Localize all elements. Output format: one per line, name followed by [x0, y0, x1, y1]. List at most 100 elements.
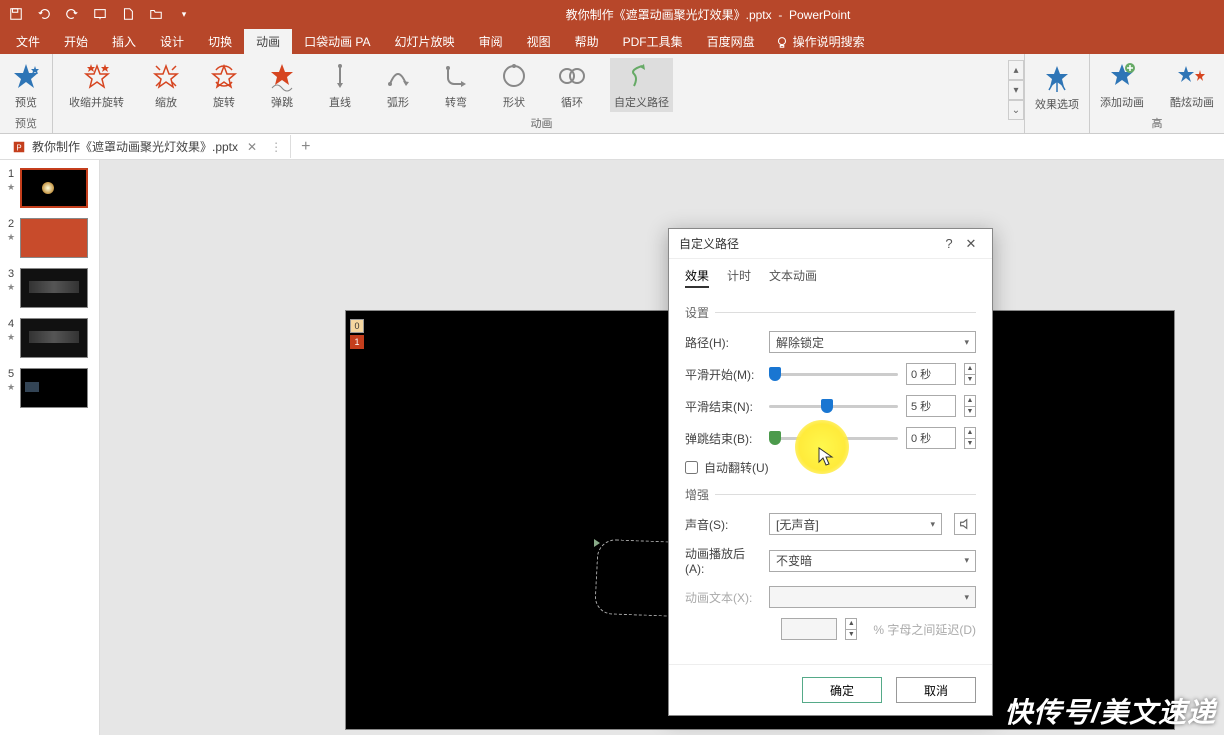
anim-custom-path[interactable]: 自定义路径: [610, 58, 673, 112]
tab-transitions[interactable]: 切换: [196, 29, 244, 54]
anim-shape[interactable]: 形状: [494, 58, 534, 112]
sound-select[interactable]: [无声音]▾: [769, 513, 942, 535]
smooth-end-value[interactable]: 5 秒: [906, 395, 956, 417]
thumbnail-row[interactable]: 2★: [6, 218, 93, 258]
ribbon-group-label-anim: 动画: [65, 113, 1018, 133]
ribbon-group-effect-options: 效果选项: [1025, 54, 1090, 133]
anim-arc[interactable]: 弧形: [378, 58, 418, 112]
document-tab[interactable]: P 教你制作《遮罩动画聚光灯效果》.pptx ✕ ⋮: [4, 135, 291, 158]
document-tab-label: 教你制作《遮罩动画聚光灯效果》.pptx: [32, 138, 238, 155]
spin-up-icon[interactable]: ▲: [965, 396, 975, 407]
anim-spin[interactable]: 旋转: [204, 58, 244, 112]
ribbon-group-animations: 收缩并旋转 缩放 旋转 弹跳 直线 弧形 转弯 形状 循环 自定义路径 动画 ▴…: [53, 54, 1025, 133]
anim-turn[interactable]: 转弯: [436, 58, 476, 112]
path-label: 路径(H):: [685, 334, 761, 351]
close-icon[interactable]: ✕: [960, 236, 982, 252]
spinner-buttons[interactable]: ▲▼: [964, 363, 976, 385]
help-icon[interactable]: ?: [938, 236, 960, 251]
tab-animations[interactable]: 动画: [244, 29, 292, 54]
anim-zoom[interactable]: 缩放: [146, 58, 186, 112]
dialog-tab-timing[interactable]: 计时: [727, 267, 751, 288]
ok-button[interactable]: 确定: [802, 677, 882, 703]
tab-review[interactable]: 审阅: [467, 29, 515, 54]
anim-star-icon: ★: [7, 332, 15, 343]
anim-loop[interactable]: 循环: [552, 58, 592, 112]
close-tab-icon[interactable]: ✕: [244, 140, 260, 154]
tab-file[interactable]: 文件: [4, 29, 52, 54]
add-animation-button[interactable]: 添加动画: [1096, 58, 1148, 112]
slide-thumbnail-4[interactable]: [20, 318, 88, 358]
preview-button[interactable]: 预览: [6, 58, 46, 112]
redo-icon[interactable]: [60, 3, 84, 25]
new-tab-button[interactable]: +: [291, 138, 320, 156]
anim-order-tag-0[interactable]: 0: [350, 319, 364, 333]
chevron-down-icon: ▾: [964, 555, 969, 566]
cancel-button[interactable]: 取消: [896, 677, 976, 703]
slide-thumbnail-2[interactable]: [20, 218, 88, 258]
tab-menu-icon[interactable]: ⋮: [266, 140, 282, 154]
dialog-tab-text-anim[interactable]: 文本动画: [769, 267, 817, 288]
spin-up-icon[interactable]: ▲: [965, 428, 975, 439]
smooth-end-slider[interactable]: [769, 396, 898, 416]
svg-text:P: P: [16, 143, 21, 152]
smooth-start-value[interactable]: 0 秒: [906, 363, 956, 385]
tab-help[interactable]: 帮助: [563, 29, 611, 54]
bounce-end-value[interactable]: 0 秒: [906, 427, 956, 449]
tab-slideshow[interactable]: 幻灯片放映: [383, 29, 467, 54]
spin-down-icon[interactable]: ▼: [965, 407, 975, 417]
dialog-tab-effect[interactable]: 效果: [685, 267, 709, 288]
spin-down-icon[interactable]: ▼: [965, 439, 975, 449]
tab-pocket-anim[interactable]: 口袋动画 PA: [292, 29, 382, 54]
tab-view[interactable]: 视图: [515, 29, 563, 54]
thumbnail-row[interactable]: 1★: [6, 168, 93, 208]
anim-bounce[interactable]: 弹跳: [262, 58, 302, 112]
smooth-start-slider[interactable]: [769, 364, 898, 384]
slideshow-start-icon[interactable]: [88, 3, 112, 25]
anim-star-icon: ★: [7, 182, 15, 193]
slide-thumbnail-5[interactable]: [20, 368, 88, 408]
qat-customize-icon[interactable]: ▾: [172, 3, 196, 25]
thumbnail-row[interactable]: 5★: [6, 368, 93, 408]
slide-canvas[interactable]: 0 1: [100, 160, 1224, 735]
thumbnail-row[interactable]: 3★: [6, 268, 93, 308]
anim-text-label: 动画文本(X):: [685, 589, 761, 606]
slide-thumbnail-1[interactable]: [20, 168, 88, 208]
thumbnail-row[interactable]: 4★: [6, 318, 93, 358]
speaker-icon[interactable]: [954, 513, 976, 535]
tell-me-search[interactable]: 操作说明搜索: [767, 29, 873, 54]
animation-order-tags: 0 1: [350, 319, 364, 349]
spinner-buttons[interactable]: ▲▼: [964, 395, 976, 417]
tab-design[interactable]: 设计: [148, 29, 196, 54]
gallery-expand-icon[interactable]: ⌄: [1008, 100, 1024, 120]
anim-order-tag-1[interactable]: 1: [350, 335, 364, 349]
lightbulb-icon: [775, 35, 789, 49]
tab-home[interactable]: 开始: [52, 29, 100, 54]
tab-pdf[interactable]: PDF工具集: [611, 29, 695, 54]
new-file-icon[interactable]: [116, 3, 140, 25]
effect-options-button[interactable]: 效果选项: [1031, 60, 1083, 114]
auto-reverse-checkbox[interactable]: [685, 461, 698, 474]
spin-up-icon[interactable]: ▲: [965, 364, 975, 375]
after-anim-select[interactable]: 不变暗▾: [769, 550, 976, 572]
spin-down-icon[interactable]: ▼: [965, 375, 975, 385]
cool-animation-button[interactable]: 酷炫动画: [1166, 58, 1218, 112]
bounce-end-slider[interactable]: [769, 428, 898, 448]
spinner-buttons[interactable]: ▲▼: [964, 427, 976, 449]
watermark: 快传号/美文速递: [1004, 691, 1216, 731]
save-icon[interactable]: [4, 3, 28, 25]
dialog-title: 自定义路径: [679, 235, 938, 252]
slide-thumbnail-3[interactable]: [20, 268, 88, 308]
anim-line[interactable]: 直线: [320, 58, 360, 112]
tab-insert[interactable]: 插入: [100, 29, 148, 54]
ribbon-tabs: 文件 开始 插入 设计 切换 动画 口袋动画 PA 幻灯片放映 审阅 视图 帮助…: [0, 28, 1224, 54]
quick-access-toolbar: ▾: [4, 3, 196, 25]
undo-icon[interactable]: [32, 3, 56, 25]
gallery-down-icon[interactable]: ▾: [1008, 80, 1024, 100]
tab-baidu[interactable]: 百度网盘: [695, 29, 767, 54]
path-select[interactable]: 解除锁定▾: [769, 331, 976, 353]
document-tabs: P 教你制作《遮罩动画聚光灯效果》.pptx ✕ ⋮ +: [0, 134, 1224, 160]
anim-shrink-rotate[interactable]: 收缩并旋转: [65, 58, 128, 112]
open-folder-icon[interactable]: [144, 3, 168, 25]
gallery-up-icon[interactable]: ▴: [1008, 60, 1024, 80]
ribbon-group-label: 预览: [6, 113, 46, 133]
